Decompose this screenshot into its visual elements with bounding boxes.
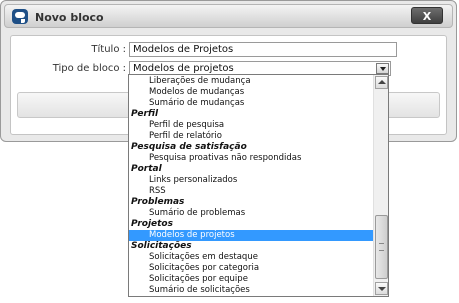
dropdown-option[interactable]: Sumário de problemas [129, 208, 373, 219]
scrollbar-thumb[interactable] [375, 215, 388, 279]
dropdown-group-header: Solicitações [131, 241, 192, 251]
tipo-select-value: Modelos de projetos [133, 63, 234, 74]
dropdown-option[interactable]: Liberações de mudança [129, 76, 373, 87]
dialog-title: Novo bloco [35, 11, 104, 24]
close-button[interactable]: X [411, 7, 443, 24]
dropdown-option-selected[interactable]: Modelos de projetos [129, 230, 373, 241]
chat-bubble-icon [12, 9, 28, 24]
titulo-input[interactable]: Modelos de Projetos [129, 42, 397, 57]
dropdown-group-header: Perfil [131, 109, 159, 119]
tipo-label: Tipo de bloco : [52, 63, 126, 74]
dropdown-option[interactable]: Links personalizados [129, 175, 373, 186]
chevron-down-icon[interactable] [376, 63, 389, 74]
dialog-titlebar[interactable]: Novo bloco X [4, 4, 453, 28]
dropdown-option[interactable]: Modelos de mudanças [129, 87, 373, 98]
dropdown-option[interactable]: Sumário de mudanças [129, 98, 373, 109]
dropdown-group-header: Portal [131, 164, 162, 174]
dropdown-group-header: Problemas [131, 197, 185, 207]
dropdown-option[interactable]: Perfil de pesquisa [129, 120, 373, 131]
dropdown-option[interactable]: Solicitações em destaque [129, 252, 373, 263]
dropdown-scrollbar[interactable] [373, 75, 388, 296]
dropdown-option[interactable]: Solicitações por categoria [129, 263, 373, 274]
dropdown-option[interactable]: Sumário de solicitações [129, 285, 373, 296]
dropdown-group-header: Pesquisa de satisfação [131, 142, 247, 152]
dropdown-group-header: Projetos [131, 219, 173, 229]
titulo-label: Título : [91, 44, 126, 55]
arrow-up-icon[interactable] [375, 76, 388, 89]
dropdown-option[interactable]: RSS [129, 186, 373, 197]
dropdown-option[interactable]: Pesquisa proativas não respondidas [129, 153, 373, 164]
arrow-down-icon[interactable] [375, 282, 388, 295]
dropdown-option[interactable]: Solicitações por equipe [129, 274, 373, 285]
dropdown-option[interactable]: Perfil de relatório [129, 131, 373, 142]
block-type-dropdown-list[interactable]: Liberações de mudança Modelos de mudanças… [128, 74, 389, 297]
